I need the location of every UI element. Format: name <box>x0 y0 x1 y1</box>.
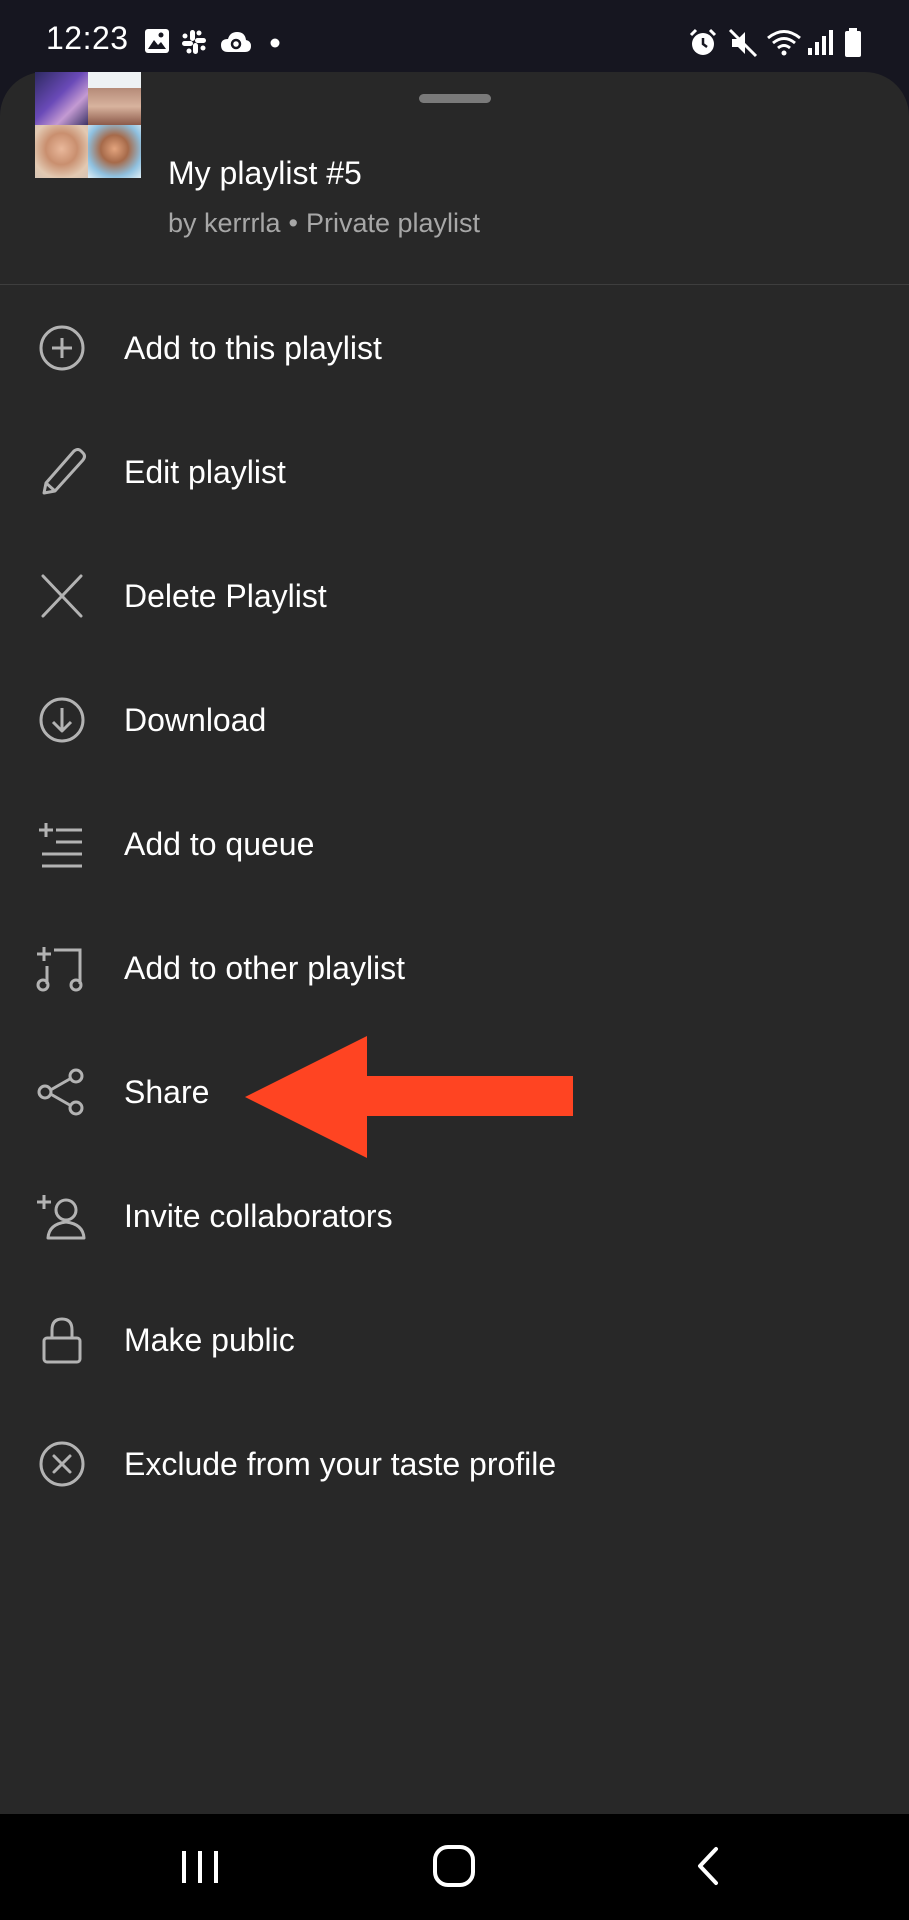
menu-label: Add to queue <box>124 826 315 862</box>
wifi-icon <box>767 30 801 56</box>
home-icon[interactable] <box>432 1844 476 1888</box>
status-bar: 12:23 <box>0 0 909 72</box>
alarm-icon <box>689 28 717 55</box>
playlist-visibility: Private playlist <box>305 208 481 238</box>
playlist-cover <box>35 72 141 178</box>
cloud-icon <box>221 32 251 52</box>
dot-icon <box>270 38 280 48</box>
back-icon[interactable] <box>694 1846 722 1886</box>
menu-label: Delete Playlist <box>124 578 327 614</box>
menu-label: Edit playlist <box>124 454 286 490</box>
lock-icon <box>42 1317 82 1364</box>
menu-label: Make public <box>124 1322 295 1358</box>
drag-handle[interactable] <box>419 94 491 103</box>
menu-item-delete-playlist[interactable]: Delete Playlist <box>0 546 909 646</box>
menu-label: Download <box>124 702 267 738</box>
circle-x-icon <box>39 1441 85 1487</box>
subtitle-separator: • <box>288 208 298 238</box>
cover-tile <box>35 72 88 125</box>
recents-icon[interactable] <box>180 1848 220 1886</box>
playlist-subtitle: by kerrrla • Private playlist <box>168 208 480 239</box>
menu-item-make-public[interactable]: Make public <box>0 1290 909 1390</box>
battery-icon <box>845 28 861 57</box>
cover-tile <box>88 72 141 125</box>
mute-icon <box>728 28 758 58</box>
header-divider <box>0 284 909 285</box>
playlist-owner: by kerrrla <box>168 208 281 238</box>
menu-label: Share <box>124 1074 210 1110</box>
add-to-queue-icon <box>39 823 82 868</box>
add-music-icon <box>36 947 83 992</box>
menu-item-add-to-other-playlist[interactable]: Add to other playlist <box>0 918 909 1018</box>
menu-item-add-to-queue[interactable]: Add to queue <box>0 794 909 894</box>
add-circle-icon <box>39 325 85 371</box>
menu-item-exclude-taste-profile[interactable]: Exclude from your taste profile <box>0 1414 909 1514</box>
gallery-icon <box>145 29 169 53</box>
share-icon <box>37 1068 84 1116</box>
close-x-icon <box>41 574 83 618</box>
cover-tile <box>35 125 88 178</box>
playlist-title: My playlist #5 <box>168 155 362 191</box>
status-time: 12:23 <box>46 20 129 56</box>
menu-label: Add to other playlist <box>124 950 406 986</box>
menu-item-download[interactable]: Download <box>0 670 909 770</box>
navigation-bar <box>0 1814 909 1920</box>
menu-item-invite-collaborators[interactable]: Invite collaborators <box>0 1166 909 1266</box>
signal-icon <box>808 30 833 55</box>
menu-item-add-to-this-playlist[interactable]: Add to this playlist <box>0 298 909 398</box>
download-icon <box>39 697 85 743</box>
add-person-icon <box>37 1195 86 1240</box>
menu-label: Exclude from your taste profile <box>124 1446 557 1482</box>
menu-label: Add to this playlist <box>124 330 382 366</box>
cover-tile <box>88 125 141 178</box>
menu-label: Invite collaborators <box>124 1198 393 1234</box>
menu-item-edit-playlist[interactable]: Edit playlist <box>0 422 909 522</box>
pencil-icon <box>42 448 86 495</box>
annotation-arrow <box>245 1036 573 1158</box>
slack-icon <box>182 30 206 54</box>
